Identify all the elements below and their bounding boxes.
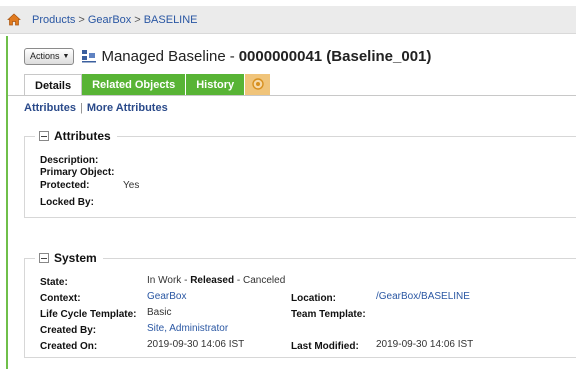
state-label: State:	[40, 277, 68, 288]
created-by-link[interactable]: Site, Administrator	[147, 323, 228, 334]
state-separator: -	[236, 275, 241, 286]
system-panel-title: System	[54, 251, 97, 265]
left-accent-rule	[6, 36, 8, 369]
tab-underline	[8, 95, 576, 96]
last-modified-value: 2019-09-30 14:06 IST	[376, 339, 474, 350]
locked-by-label: Locked By:	[40, 197, 94, 208]
state-separator: -	[184, 275, 188, 286]
attributes-panel-title: Attributes	[54, 129, 111, 143]
system-panel-header[interactable]: System	[35, 251, 103, 265]
state-value: In Work - Released - Canceled	[147, 275, 285, 286]
tab-details[interactable]: Details	[24, 74, 83, 96]
collapse-icon[interactable]	[39, 131, 49, 141]
attributes-panel-header[interactable]: Attributes	[35, 129, 117, 143]
created-on-value: 2019-09-30 14:06 IST	[147, 339, 245, 350]
protected-label: Protected:	[40, 180, 90, 191]
breadcrumb-separator: >	[78, 13, 85, 26]
tab-bar: Details Related Objects History	[24, 74, 272, 96]
breadcrumb-separator: >	[134, 13, 141, 26]
location-label: Location:	[291, 293, 336, 304]
attributes-panel: Attributes Description: Primary Object: …	[24, 129, 576, 218]
life-cycle-template-label: Life Cycle Template:	[40, 309, 137, 320]
subnav-more-attributes-link[interactable]: More Attributes	[87, 102, 168, 114]
subnav-separator: |	[79, 102, 83, 114]
state-released: Released	[190, 275, 235, 286]
state-canceled: Canceled	[243, 275, 286, 286]
created-by-label: Created By:	[40, 325, 97, 336]
collapse-icon[interactable]	[39, 253, 49, 263]
home-icon[interactable]	[6, 12, 22, 28]
context-label: Context:	[40, 293, 81, 304]
attribute-subnav: Attributes | More Attributes	[24, 102, 168, 114]
life-cycle-template-value: Basic	[147, 307, 172, 318]
breadcrumb: Products > GearBox > BASELINE	[0, 6, 576, 34]
location-link[interactable]: /GearBox/BASELINE	[376, 291, 470, 302]
primary-object-label: Primary Object:	[40, 167, 115, 178]
team-template-label: Team Template:	[291, 309, 366, 320]
chevron-down-icon: ▼	[62, 52, 70, 60]
context-link[interactable]: GearBox	[147, 291, 186, 302]
circle-icon	[251, 77, 264, 93]
tab-history[interactable]: History	[186, 74, 246, 96]
breadcrumb-item-baseline[interactable]: BASELINE	[144, 14, 198, 26]
actions-label: Actions	[30, 51, 60, 61]
page-title-id: 0000000041 (Baseline_001)	[238, 47, 432, 65]
last-modified-label: Last Modified:	[291, 341, 359, 352]
tab-add[interactable]	[245, 74, 272, 96]
protected-value: Yes	[123, 180, 140, 191]
tab-related-objects[interactable]: Related Objects	[82, 74, 187, 96]
subnav-attributes-link[interactable]: Attributes	[24, 102, 76, 114]
breadcrumb-item-products[interactable]: Products	[32, 14, 75, 26]
system-panel: System State: In Work - Released - Cance…	[24, 251, 576, 358]
breadcrumb-item-gearbox[interactable]: GearBox	[88, 14, 131, 26]
actions-button[interactable]: Actions ▼	[24, 47, 75, 65]
baseline-icon	[81, 49, 97, 63]
page-title-separator: -	[229, 47, 235, 65]
state-in-work: In Work	[147, 275, 182, 286]
page-header: Actions ▼ Managed Baseline - 0000000041 …	[24, 45, 431, 67]
page-title-type: Managed Baseline	[101, 47, 226, 65]
created-on-label: Created On:	[40, 341, 98, 352]
description-label: Description:	[40, 155, 99, 166]
